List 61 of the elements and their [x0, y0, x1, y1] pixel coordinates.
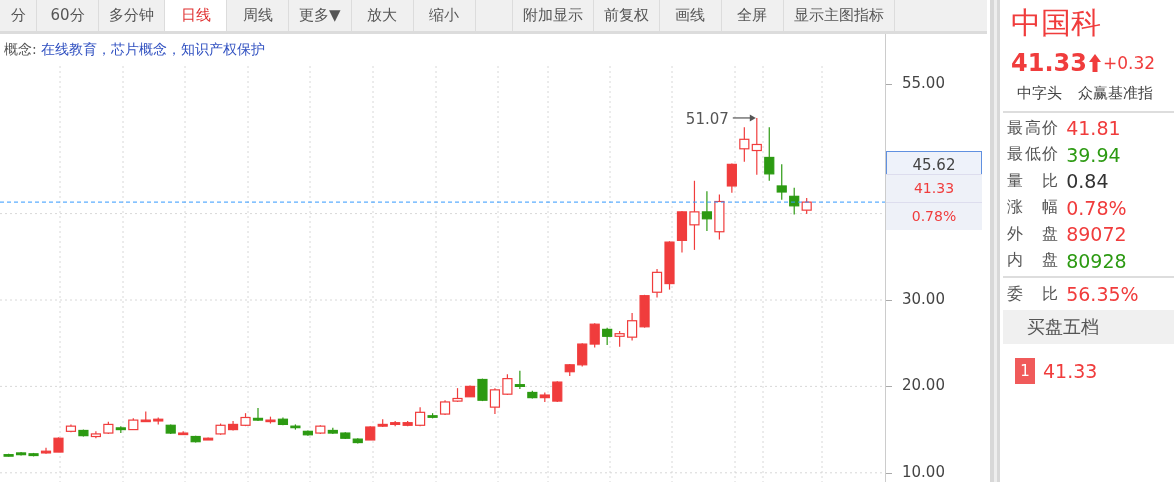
candlestick: [277, 416, 289, 426]
candlestick: [589, 322, 600, 349]
stat-label: 最低价: [1007, 144, 1059, 166]
bid-price: 41.33: [1043, 360, 1098, 382]
candlestick: [140, 410, 151, 423]
stat-label: 量 比: [1007, 170, 1059, 192]
candlestick: [577, 342, 588, 368]
candlestick: [602, 327, 613, 346]
stat-value: 56.35%: [1066, 283, 1139, 305]
sector-tag[interactable]: 众赢基准指: [1078, 84, 1153, 103]
last-price-box: 41.33: [886, 174, 982, 203]
stat-value: 80928: [1066, 249, 1127, 272]
toolbar-tab[interactable]: 日线: [165, 0, 227, 31]
stat-label: 最高价: [1007, 117, 1059, 139]
order-book-header: 买盘五档: [1003, 310, 1174, 344]
candlestick: [552, 380, 563, 403]
high-arrow-icon: [732, 114, 756, 122]
candlestick: [627, 312, 638, 342]
price-change: +0.32: [1102, 53, 1156, 73]
candlestick: [165, 423, 176, 435]
axis-label: 55.00: [902, 74, 945, 92]
up-arrow-icon: [1088, 54, 1101, 72]
stat-label: 内 盘: [1007, 250, 1059, 272]
candlestick: [514, 370, 525, 390]
candlestick: [128, 417, 139, 431]
stat-label: 委 比: [1007, 283, 1059, 305]
stat-label: 外 盘: [1007, 223, 1059, 245]
change-percent-box: 0.78%: [886, 202, 982, 231]
stat-label: 涨 幅: [1007, 197, 1059, 219]
concept-label: 概念:: [4, 41, 37, 59]
axis-label: 10.00: [902, 462, 945, 481]
candlestick: [90, 430, 101, 439]
sector-tag[interactable]: 中字头: [1017, 84, 1062, 103]
stat-value: 0.78%: [1066, 196, 1127, 219]
axis-label: 20.00: [902, 376, 945, 395]
high-price-label: 51.07: [685, 109, 729, 128]
stat-value: 41.81: [1066, 117, 1121, 140]
candlestick: [315, 424, 326, 435]
level-badge: 1: [1015, 358, 1035, 384]
panel-splitter[interactable]: [987, 0, 1001, 482]
stock-name: 中国科: [1010, 4, 1102, 42]
stat-value: 89072: [1066, 223, 1127, 246]
candlestick: [153, 416, 164, 426]
axis-label: 30.00: [902, 290, 945, 308]
candlestick: [639, 294, 650, 329]
concept-tags[interactable]: 在线教育，芯片概念，知识产权保护: [40, 41, 265, 59]
candlestick: [78, 429, 89, 438]
candlestick: [240, 412, 251, 427]
candlestick: [564, 363, 575, 377]
candlestick: [340, 431, 351, 440]
current-price: 41.33: [1011, 49, 1087, 77]
stat-value: 0.84: [1066, 170, 1109, 193]
candlestick: [452, 387, 463, 403]
candlestick: [65, 423, 77, 433]
candlestick: [527, 390, 538, 400]
candlestick: [614, 330, 625, 348]
candlestick: [227, 420, 239, 432]
candlestick: [539, 391, 550, 403]
candlestick: [502, 373, 513, 396]
candlestick: [489, 387, 501, 415]
stat-value: 39.94: [1066, 143, 1121, 166]
